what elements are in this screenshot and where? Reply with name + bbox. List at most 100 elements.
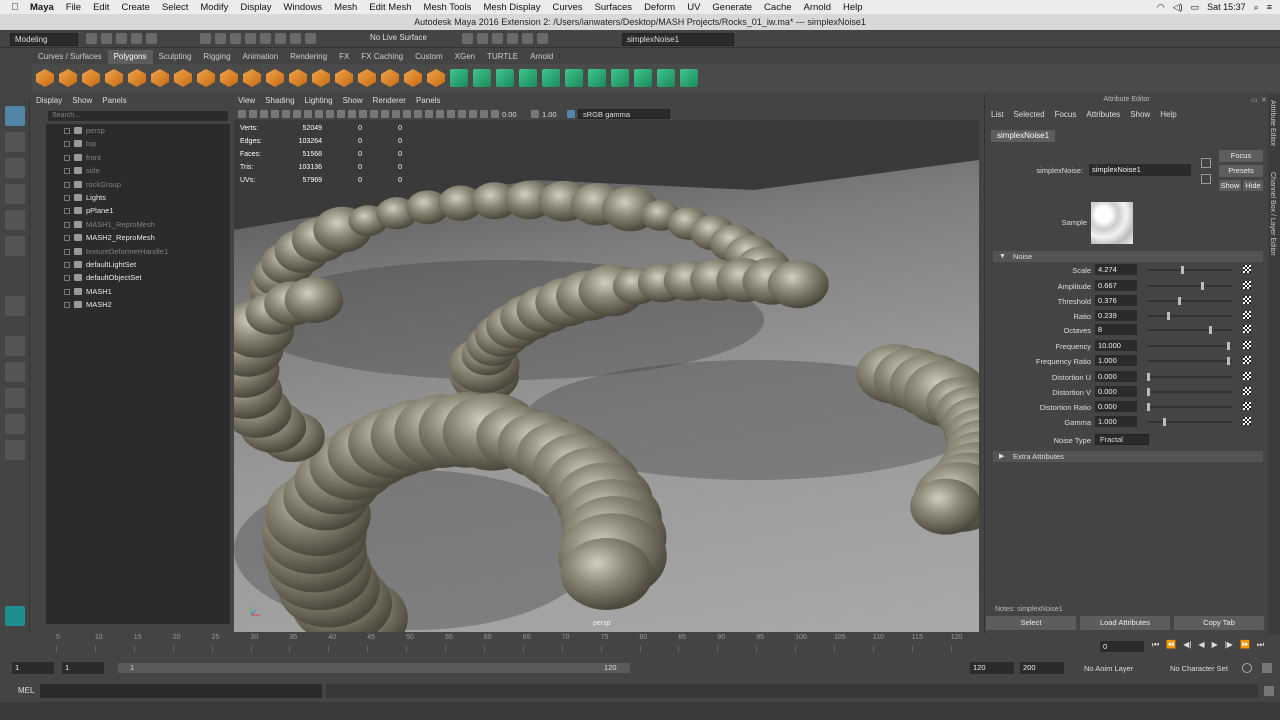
auto-key-icon[interactable] [1242,663,1252,673]
menu-item-cache[interactable]: Cache [764,2,791,13]
menu-item-edit-mesh[interactable]: Edit Mesh [369,2,411,13]
redo-icon[interactable] [146,33,157,44]
live-surface[interactable]: No Live Surface [370,33,427,42]
expand-icon[interactable] [64,221,70,228]
menu-item-file[interactable]: File [66,2,81,13]
go-to-start-icon[interactable]: ⏮ [1152,640,1159,650]
input-connection-icon[interactable] [1201,158,1211,168]
outliner-item[interactable]: rockGroup [46,178,230,191]
outliner-item[interactable]: MASH2 [46,298,230,311]
outliner-item[interactable]: pPlane1 [46,204,230,217]
play-forwards-icon[interactable]: ▶ [1212,640,1218,650]
step-forward-frame-icon[interactable]: |▶ [1225,640,1233,650]
slider-knob[interactable] [1147,403,1150,411]
attr-slider-scale[interactable] [1147,266,1232,274]
poly-plane-icon[interactable] [151,69,169,87]
slider-knob[interactable] [1209,326,1213,334]
safe-action-icon[interactable] [337,110,345,118]
isolate-select-icon[interactable] [469,110,477,118]
shelf-tab-turtle[interactable]: TURTLE [481,50,524,64]
outliner-item[interactable]: MASH1_ReproMesh [46,218,230,231]
expand-icon[interactable] [64,194,70,201]
attr-field-frequency-ratio[interactable]: 1.000 [1095,355,1137,366]
snap-grid-icon[interactable] [245,33,256,44]
attr-menu-selected[interactable]: Selected [1013,108,1044,122]
expand-icon[interactable] [64,154,70,161]
menu-item-surfaces[interactable]: Surfaces [595,2,633,13]
menu-item-windows[interactable]: Windows [284,2,323,13]
textured-icon[interactable] [392,110,400,118]
attr-slider-frequency-ratio[interactable] [1147,357,1232,365]
noise-section-header[interactable]: ▼ Noise [993,251,1263,262]
tab-attribute-editor[interactable]: Attribute Editor [1269,100,1276,146]
attr-menu-focus[interactable]: Focus [1055,108,1077,122]
expand-icon[interactable] [64,141,70,148]
paint-select-icon[interactable] [5,158,25,178]
map-button-icon[interactable] [1243,281,1251,289]
shelf-tab-curves-surfaces[interactable]: Curves / Surfaces [32,50,108,64]
menu-item-edit[interactable]: Edit [93,2,109,13]
menu-item-uv[interactable]: UV [687,2,700,13]
poly-sphere-icon[interactable] [36,69,54,87]
shelf-tab-fx[interactable]: FX [333,50,355,64]
slider-knob[interactable] [1178,297,1182,305]
select-object-icon[interactable] [215,33,226,44]
select-button[interactable]: Select [986,616,1076,630]
show-button[interactable]: Show [1219,180,1241,191]
layout-four-icon[interactable] [5,336,25,356]
anim-prefs-icon[interactable] [1262,663,1272,673]
layout-outliner-icon[interactable] [5,414,25,434]
smooth-icon[interactable] [335,69,353,87]
presets-button[interactable]: Presets [1219,165,1263,177]
menu-item-generate[interactable]: Generate [712,2,752,13]
layout-two-icon[interactable] [5,362,25,382]
shelf-tab-fx-caching[interactable]: FX Caching [355,50,409,64]
attr-slider-distortion-ratio[interactable] [1147,403,1232,411]
svg-icon-icon[interactable] [266,69,284,87]
step-forward-key-icon[interactable]: ⏩ [1240,640,1250,650]
wireframe-icon[interactable] [359,110,367,118]
attr-field-frequency[interactable]: 10.000 [1095,340,1137,351]
play-backwards-icon[interactable]: ◀ [1198,640,1204,650]
quad-draw-icon[interactable] [519,69,537,87]
poly-pipe-icon[interactable] [197,69,215,87]
anim-layer-select[interactable]: No Anim Layer [1084,664,1133,673]
playback-start-field[interactable]: 1 [62,662,104,674]
expand-icon[interactable] [64,181,70,188]
map-button-icon[interactable] [1243,296,1251,304]
shelf-tab-polygons[interactable]: Polygons [107,50,153,64]
node-tab[interactable]: simplexNoise1 [991,130,1056,142]
outliner-item[interactable]: MASH2_ReproMesh [46,231,230,244]
battery-icon[interactable]: ▭ [1191,2,1200,13]
unfold-uv-icon[interactable] [657,69,675,87]
attr-slider-distortion-v[interactable] [1147,388,1232,396]
selection-field[interactable]: simplexNoise1 [622,33,734,46]
menu-item-help[interactable]: Help [843,2,863,13]
start-time-field[interactable]: 1 [12,662,54,674]
undo-icon[interactable] [131,33,142,44]
mode-selector[interactable]: Modeling [10,33,78,46]
snap-surface-icon[interactable] [305,33,316,44]
layout-single-icon[interactable] [5,296,25,316]
select-hierarchy-icon[interactable] [200,33,211,44]
map-button-icon[interactable] [1243,417,1251,425]
gamma-icon[interactable] [531,110,539,118]
expand-icon[interactable] [64,302,70,309]
multicut-icon[interactable] [473,69,491,87]
go-to-end-icon[interactable]: ⏭ [1257,640,1264,650]
menu-item-select[interactable]: Select [162,2,188,13]
menu-item-modify[interactable]: Modify [200,2,228,13]
sew-uv-icon[interactable] [611,69,629,87]
snap-point-icon[interactable] [275,33,286,44]
bevel-icon[interactable] [450,69,468,87]
outliner-item[interactable]: defaultObjectSet [46,271,230,284]
scale-tool-icon[interactable] [5,236,25,256]
character-set-select[interactable]: No Character Set [1170,664,1228,673]
extra-attributes-header[interactable]: ▶ Extra Attributes [993,451,1263,462]
motion-blur-icon[interactable] [436,110,444,118]
map-button-icon[interactable] [1243,325,1251,333]
attr-slider-gamma[interactable] [1147,418,1232,426]
menu-item-create[interactable]: Create [121,2,150,13]
shelf-tab-rigging[interactable]: Rigging [197,50,236,64]
attr-field-octaves[interactable]: 8 [1095,324,1137,335]
